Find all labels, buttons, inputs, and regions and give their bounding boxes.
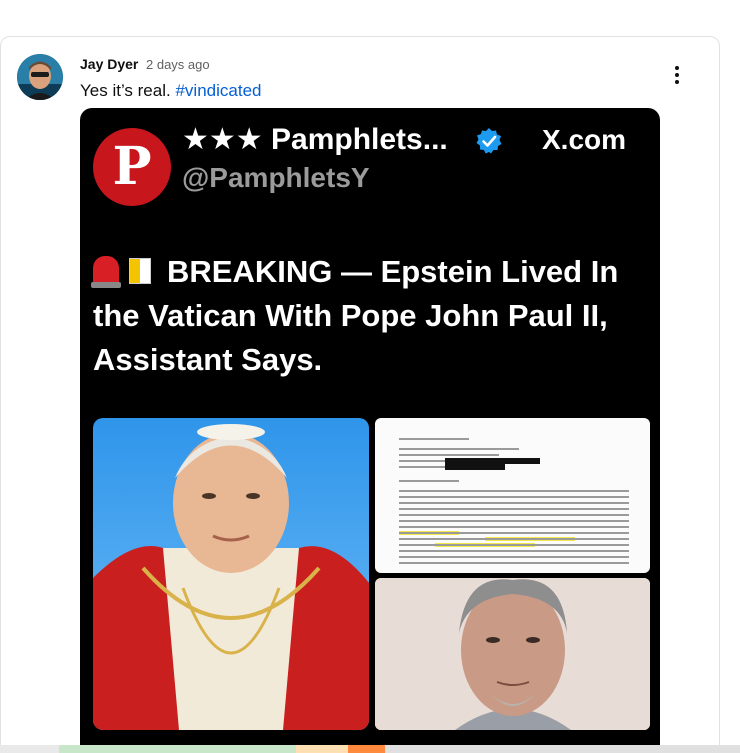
post-headline-block: BREAKING — Epstein Lived In the Vatican …	[91, 250, 653, 382]
pope-photo	[93, 418, 369, 730]
post-account-name: ★★★ Pamphlets...	[182, 123, 448, 156]
pamphlets-logo: P	[93, 128, 171, 206]
vatican-flag-icon	[129, 258, 151, 284]
comment-text: Yes it’s real. #vindicated	[80, 81, 261, 101]
man-photo	[375, 578, 650, 730]
bottom-edge-strip	[0, 745, 740, 753]
verified-badge-icon	[476, 128, 502, 154]
email-document-image	[375, 418, 650, 573]
site-label: X.com	[542, 124, 627, 155]
siren-emoji-icon	[91, 256, 121, 288]
attached-image[interactable]: P ★★★ Pamphlets... X.com @PamphletsY BRE…	[80, 108, 660, 753]
more-vertical-icon[interactable]	[670, 66, 684, 88]
post-headline: BREAKING — Epstein Lived In the Vatican …	[93, 254, 619, 377]
comment-timestamp[interactable]: 2 days ago	[146, 57, 210, 72]
comment-author[interactable]: Jay Dyer	[80, 56, 138, 72]
comment-body: Yes it’s real.	[80, 81, 171, 100]
post-handle: @PamphletsY	[182, 162, 370, 193]
hashtag-link[interactable]: #vindicated	[175, 81, 261, 100]
avatar[interactable]	[17, 54, 63, 100]
